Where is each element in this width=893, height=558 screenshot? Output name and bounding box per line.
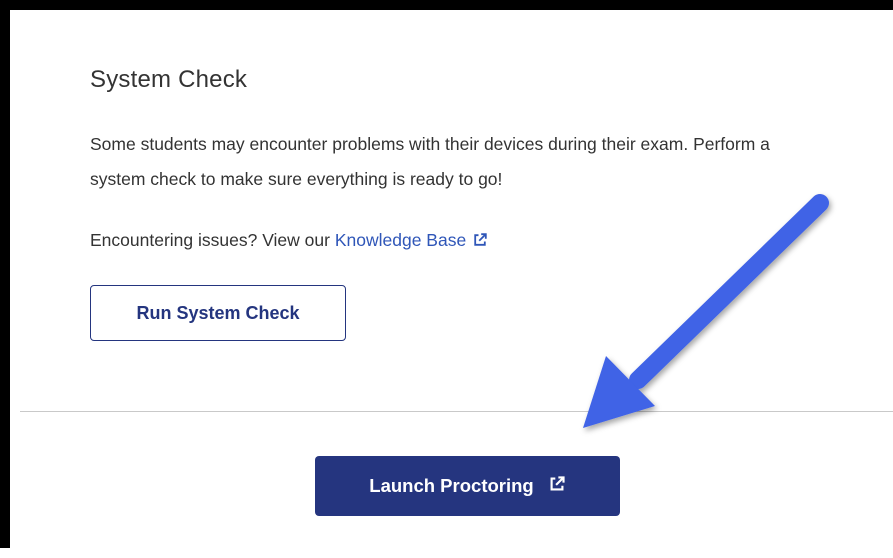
external-link-icon (472, 228, 488, 256)
external-link-icon (548, 475, 566, 498)
knowledge-base-link-label: Knowledge Base (334, 230, 467, 250)
section-title: System Check (90, 66, 248, 93)
screenshot-frame: System Check Some students may encounter… (0, 0, 893, 548)
launch-proctoring-label: Launch Proctoring (369, 475, 534, 496)
help-prefix: Encountering issues? View our (90, 230, 330, 250)
divider (20, 411, 893, 412)
section-description: Some students may encounter problems wit… (90, 134, 770, 189)
run-system-check-button[interactable]: Run System Check (90, 285, 346, 341)
knowledge-base-link[interactable]: Knowledge Base (335, 230, 488, 250)
help-text: Encountering issues? View our Knowledge … (90, 226, 488, 256)
system-check-panel: System Check Some students may encounter… (20, 20, 893, 548)
launch-proctoring-button[interactable]: Launch Proctoring (315, 456, 620, 516)
